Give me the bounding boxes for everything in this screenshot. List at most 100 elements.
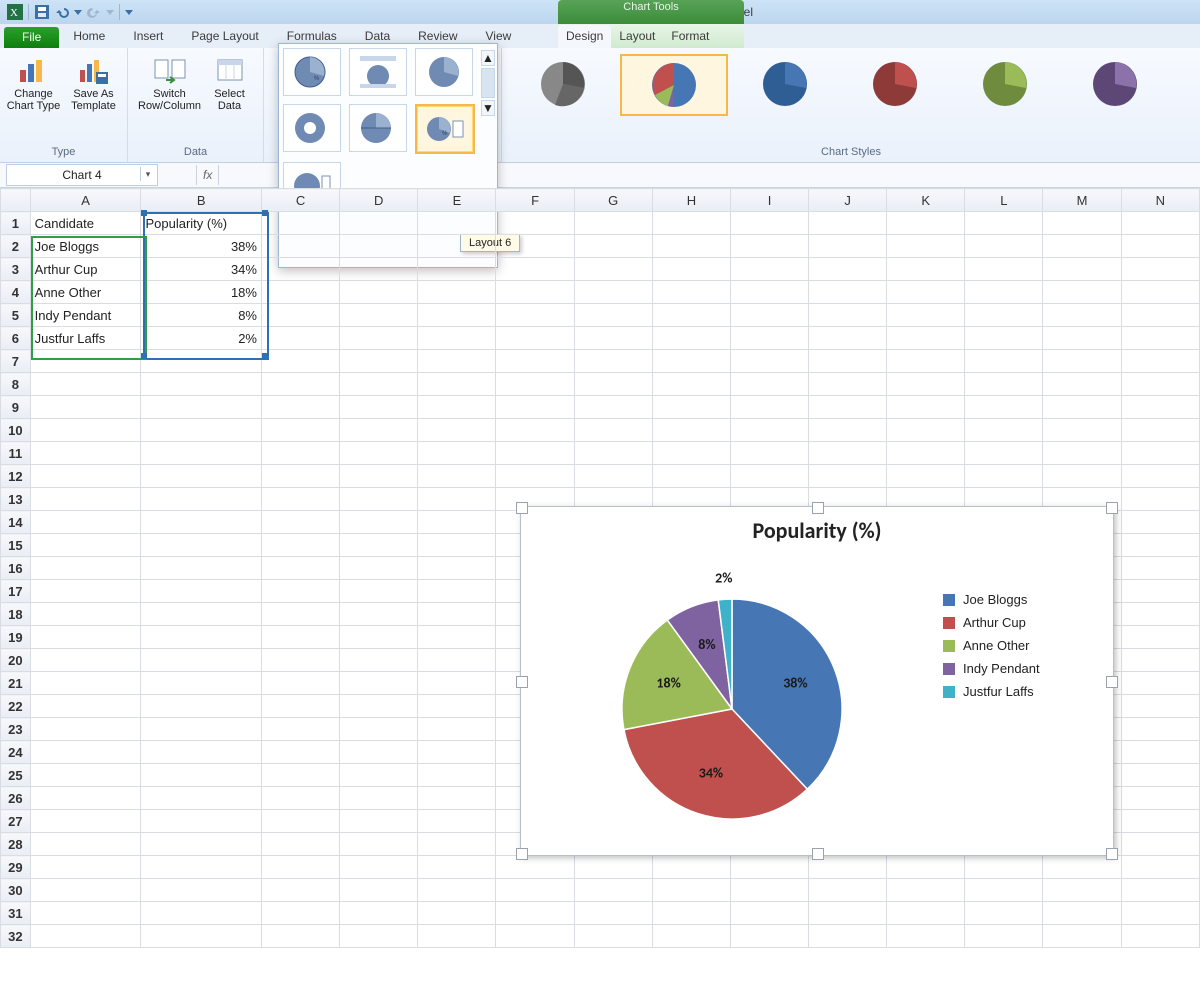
cell-C5[interactable]	[261, 304, 339, 327]
row-header-2[interactable]: 2	[1, 235, 31, 258]
cell-C14[interactable]	[261, 511, 339, 534]
cell-I3[interactable]	[731, 258, 809, 281]
cell-I2[interactable]	[731, 235, 809, 258]
cell-H32[interactable]	[652, 925, 730, 948]
cell-E27[interactable]	[418, 810, 496, 833]
cell-A8[interactable]	[30, 373, 141, 396]
cell-H10[interactable]	[652, 419, 730, 442]
cell-D10[interactable]	[340, 419, 418, 442]
cell-N13[interactable]	[1121, 488, 1199, 511]
cell-C26[interactable]	[261, 787, 339, 810]
column-header-H[interactable]: H	[652, 189, 730, 212]
cell-K11[interactable]	[887, 442, 965, 465]
cell-H9[interactable]	[652, 396, 730, 419]
row-header-22[interactable]: 22	[1, 695, 31, 718]
cell-I31[interactable]	[731, 902, 809, 925]
cell-D32[interactable]	[340, 925, 418, 948]
cell-G10[interactable]	[574, 419, 652, 442]
cell-D16[interactable]	[340, 557, 418, 580]
cell-A14[interactable]	[30, 511, 141, 534]
cell-B11[interactable]	[141, 442, 262, 465]
cell-F30[interactable]	[496, 879, 574, 902]
chart-resize-handle[interactable]	[1106, 502, 1118, 514]
row-header-10[interactable]: 10	[1, 419, 31, 442]
cell-L12[interactable]	[965, 465, 1043, 488]
column-header-L[interactable]: L	[965, 189, 1043, 212]
tab-insert[interactable]: Insert	[119, 25, 177, 48]
legend-item-2[interactable]: Anne Other	[943, 638, 1113, 653]
cell-C8[interactable]	[261, 373, 339, 396]
qat-customize-icon[interactable]	[124, 3, 134, 21]
cell-D9[interactable]	[340, 396, 418, 419]
cell-I10[interactable]	[731, 419, 809, 442]
cell-D3[interactable]	[340, 258, 418, 281]
cell-N15[interactable]	[1121, 534, 1199, 557]
cell-C2[interactable]	[261, 235, 339, 258]
cell-K31[interactable]	[887, 902, 965, 925]
cell-F32[interactable]	[496, 925, 574, 948]
cell-B31[interactable]	[141, 902, 262, 925]
cell-E8[interactable]	[418, 373, 496, 396]
cell-J9[interactable]	[809, 396, 887, 419]
cell-H1[interactable]	[652, 212, 730, 235]
cell-D12[interactable]	[340, 465, 418, 488]
chart-style-5[interactable]	[952, 54, 1058, 114]
cell-A6[interactable]: Justfur Laffs	[30, 327, 141, 350]
cell-D13[interactable]	[340, 488, 418, 511]
cell-E31[interactable]	[418, 902, 496, 925]
cell-G32[interactable]	[574, 925, 652, 948]
scroll-down-icon[interactable]: ▼	[481, 100, 495, 116]
cell-E23[interactable]	[418, 718, 496, 741]
cell-E12[interactable]	[418, 465, 496, 488]
cell-A10[interactable]	[30, 419, 141, 442]
column-header-E[interactable]: E	[418, 189, 496, 212]
cell-D5[interactable]	[340, 304, 418, 327]
cell-C15[interactable]	[261, 534, 339, 557]
chart-layout-4[interactable]	[283, 104, 341, 152]
cell-G8[interactable]	[574, 373, 652, 396]
row-header-20[interactable]: 20	[1, 649, 31, 672]
cell-I11[interactable]	[731, 442, 809, 465]
cell-D20[interactable]	[340, 649, 418, 672]
cell-A18[interactable]	[30, 603, 141, 626]
cell-L2[interactable]	[965, 235, 1043, 258]
cell-N3[interactable]	[1121, 258, 1199, 281]
cell-E19[interactable]	[418, 626, 496, 649]
cell-J12[interactable]	[809, 465, 887, 488]
tab-pagelayout[interactable]: Page Layout	[177, 25, 272, 48]
cell-D22[interactable]	[340, 695, 418, 718]
cell-L8[interactable]	[965, 373, 1043, 396]
cell-F31[interactable]	[496, 902, 574, 925]
chart-resize-handle[interactable]	[516, 502, 528, 514]
cell-N9[interactable]	[1121, 396, 1199, 419]
cell-J5[interactable]	[809, 304, 887, 327]
cell-N6[interactable]	[1121, 327, 1199, 350]
cell-K8[interactable]	[887, 373, 965, 396]
cell-C17[interactable]	[261, 580, 339, 603]
cell-K2[interactable]	[887, 235, 965, 258]
cell-J7[interactable]	[809, 350, 887, 373]
cell-G4[interactable]	[574, 281, 652, 304]
cell-B32[interactable]	[141, 925, 262, 948]
cell-B14[interactable]	[141, 511, 262, 534]
cell-I5[interactable]	[731, 304, 809, 327]
row-header-14[interactable]: 14	[1, 511, 31, 534]
cell-N17[interactable]	[1121, 580, 1199, 603]
cell-K4[interactable]	[887, 281, 965, 304]
cell-E16[interactable]	[418, 557, 496, 580]
cell-N25[interactable]	[1121, 764, 1199, 787]
cell-A13[interactable]	[30, 488, 141, 511]
cell-N22[interactable]	[1121, 695, 1199, 718]
cell-F29[interactable]	[496, 856, 574, 879]
chart-style-6[interactable]	[1062, 54, 1168, 114]
cell-F7[interactable]	[496, 350, 574, 373]
cell-E6[interactable]	[418, 327, 496, 350]
cell-N20[interactable]	[1121, 649, 1199, 672]
row-header-7[interactable]: 7	[1, 350, 31, 373]
legend-item-1[interactable]: Arthur Cup	[943, 615, 1113, 630]
cell-B28[interactable]	[141, 833, 262, 856]
legend-item-3[interactable]: Indy Pendant	[943, 661, 1113, 676]
column-header-J[interactable]: J	[809, 189, 887, 212]
cell-A3[interactable]: Arthur Cup	[30, 258, 141, 281]
cell-B17[interactable]	[141, 580, 262, 603]
